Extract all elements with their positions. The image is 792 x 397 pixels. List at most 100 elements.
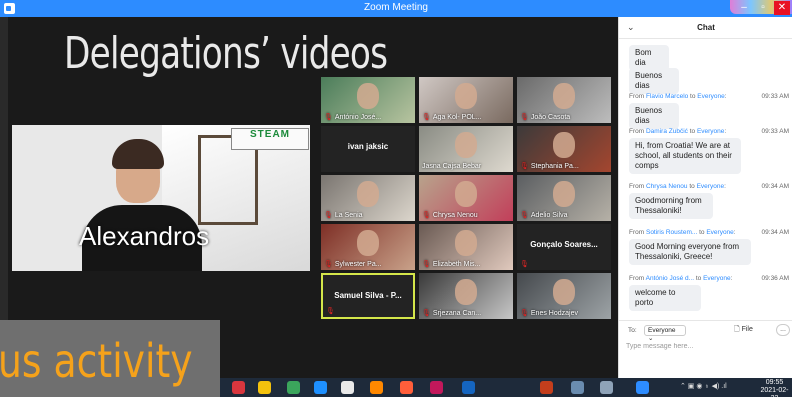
participant-video — [455, 279, 477, 305]
remote-icon[interactable] — [462, 381, 475, 394]
firefox-icon[interactable] — [400, 381, 413, 394]
participant-tile[interactable]: 🎙 Sylwester Pa... — [321, 224, 415, 270]
clock[interactable]: 09:55 2021-02-22 — [757, 379, 792, 397]
window-title: Zoom Meeting — [364, 2, 428, 13]
participant-label: 🎙 Aga Kol- POL... — [422, 113, 482, 122]
maximize-button[interactable]: ▫ — [755, 1, 771, 15]
from-prefix: From — [629, 93, 646, 100]
photos-icon[interactable] — [287, 381, 300, 394]
mic-muted-icon: 🎙 — [324, 212, 333, 219]
message-sender[interactable]: Chrysa Nenou — [646, 183, 688, 190]
file-button[interactable]: 🗋 File — [734, 325, 753, 336]
participant-tile[interactable]: Jasna Cajsa Bebar — [419, 126, 513, 172]
message-time: 09:33 AM — [761, 128, 789, 135]
close-button[interactable]: ✕ — [774, 1, 790, 15]
message-sender[interactable]: Flavio Marcelo — [646, 93, 688, 100]
participant-video — [553, 83, 575, 109]
vlc-icon[interactable] — [370, 381, 383, 394]
participant-tile[interactable]: 🎙 Aga Kol- POL... — [419, 77, 513, 123]
participant-tile[interactable]: 🎙 La Senia — [321, 175, 415, 221]
recipient-select[interactable]: Everyone ⌄ — [644, 325, 686, 342]
mail-icon[interactable] — [232, 381, 245, 394]
zoom-icon[interactable] — [636, 381, 649, 394]
mic-muted-icon: 🎙 — [422, 310, 431, 317]
participant-label: 🎙 Sylwester Pa... — [324, 260, 382, 269]
participant-name: Aga Kol- POL... — [432, 113, 482, 121]
camera-icon[interactable] — [430, 381, 443, 394]
message-time: 09:33 AM — [761, 93, 789, 100]
mic-muted-icon: 🎙 — [520, 310, 529, 317]
participant-tile[interactable]: 🎙 Srjezana Can... — [419, 273, 513, 319]
participant-tile[interactable]: 🎙 Adelio Silva — [517, 175, 611, 221]
colon: : — [724, 183, 726, 190]
recipient-value: Everyone — [648, 327, 676, 334]
paint-icon[interactable] — [341, 381, 354, 394]
chat-composer: To: Everyone ⌄ 🗋 File ... — [619, 320, 792, 378]
participant-tile[interactable]: 🎙 Elizabeth Mis... — [419, 224, 513, 270]
kodi-icon[interactable] — [314, 381, 327, 394]
chrome-icon[interactable] — [258, 381, 271, 394]
banner-text: us activity — [0, 334, 193, 388]
participant-video — [455, 83, 477, 109]
message-sender-line: From Chrysa Nenou to Everyone: 09:34 AM — [629, 183, 789, 190]
message-time: 09:34 AM — [761, 183, 789, 190]
participant-label: 🎙 Chrysa Nenou — [422, 211, 478, 220]
participant-label: 🎙 Elizabeth Mis... — [422, 260, 481, 269]
mic-muted-icon: 🎙 — [324, 261, 333, 268]
participant-label: 🎙 João Casota — [520, 113, 570, 122]
file-label: File — [741, 326, 753, 333]
speaker-name: Alexandros — [79, 221, 210, 251]
steam-logo-text: STEAM — [250, 129, 290, 140]
participant-name: Elizabeth Mis... — [432, 260, 481, 268]
message-bubble: Good Morning everyone from Thessaloniki,… — [629, 239, 751, 265]
message-recipient: Everyone — [696, 183, 725, 190]
participant-video — [357, 181, 379, 207]
participant-tile[interactable]: 🎙 Stephania Pa... — [517, 126, 611, 172]
message-sender[interactable]: Damira Zubčić — [646, 128, 688, 135]
mic-muted-icon: 🎙 — [520, 163, 529, 170]
participant-tile[interactable]: Samuel Silva - P... 🎙 — [321, 273, 415, 319]
participant-tile[interactable]: 🎙 Enes Hodzajev — [517, 273, 611, 319]
message-bubble: Goodmorning from Thessaloniki! — [629, 193, 713, 219]
message-sender[interactable]: Sotiris Roustem... — [646, 229, 697, 236]
participant-label: 🎙 Stephania Pa... — [520, 162, 579, 171]
participant-tile[interactable]: 🎙 João Casota — [517, 77, 611, 123]
mic-muted-icon: 🎙 — [324, 114, 333, 121]
participant-name: Jasna Cajsa Bebar — [422, 163, 482, 170]
colon: : — [730, 275, 733, 282]
more-button[interactable]: ... — [776, 324, 790, 336]
message-bubble: Buenos dias — [629, 103, 679, 129]
clock-date: 2021-02-22 — [760, 387, 789, 397]
message-recipient: Everyone — [696, 128, 725, 135]
participant-label: 🎙 António José... — [324, 113, 381, 122]
from-prefix: From — [629, 128, 646, 135]
system-tray[interactable]: ⌃ ▣ ◉ ♁ ◀) .ıl — [680, 382, 727, 390]
participant-video — [455, 230, 477, 256]
to-prefix: to — [694, 275, 704, 282]
snipping-icon[interactable] — [571, 381, 584, 394]
minimize-button[interactable]: – — [736, 1, 752, 15]
settings-icon[interactable] — [600, 381, 613, 394]
message-sender[interactable]: António José d... — [646, 275, 694, 282]
colon: : — [724, 128, 727, 135]
message-recipient: Everyone — [697, 93, 725, 100]
to-prefix: to — [688, 93, 698, 100]
participant-name: Enes Hodzajev — [530, 309, 578, 317]
mic-muted-icon: 🎙 — [326, 308, 335, 315]
participant-tile[interactable]: 🎙 Chrysa Nenou — [419, 175, 513, 221]
message-time: 09:34 AM — [761, 229, 789, 236]
participant-video — [357, 83, 379, 109]
participant-name: Srjezana Can... — [432, 309, 482, 317]
participant-tile[interactable]: ivan jaksic — [321, 126, 415, 172]
message-sender-line: From Sotiris Roustem... to Everyone: 09:3… — [629, 229, 789, 236]
powerpoint-icon[interactable] — [540, 381, 553, 394]
participant-name: Sylwester Pa... — [334, 260, 382, 268]
activity-banner: us activity — [0, 320, 220, 397]
participant-label: 🎙 Enes Hodzajev — [520, 309, 578, 318]
message-sender-line: From Flavio Marcelo to Everyone: 09:33 AM — [629, 93, 789, 100]
from-prefix: From — [629, 229, 646, 236]
participant-tile[interactable]: Gonçalo Soares... 🎙 — [517, 224, 611, 270]
chat-message-input[interactable] — [626, 339, 786, 353]
participant-label: Jasna Cajsa Bebar — [422, 163, 481, 170]
participant-tile[interactable]: 🎙 António José... — [321, 77, 415, 123]
